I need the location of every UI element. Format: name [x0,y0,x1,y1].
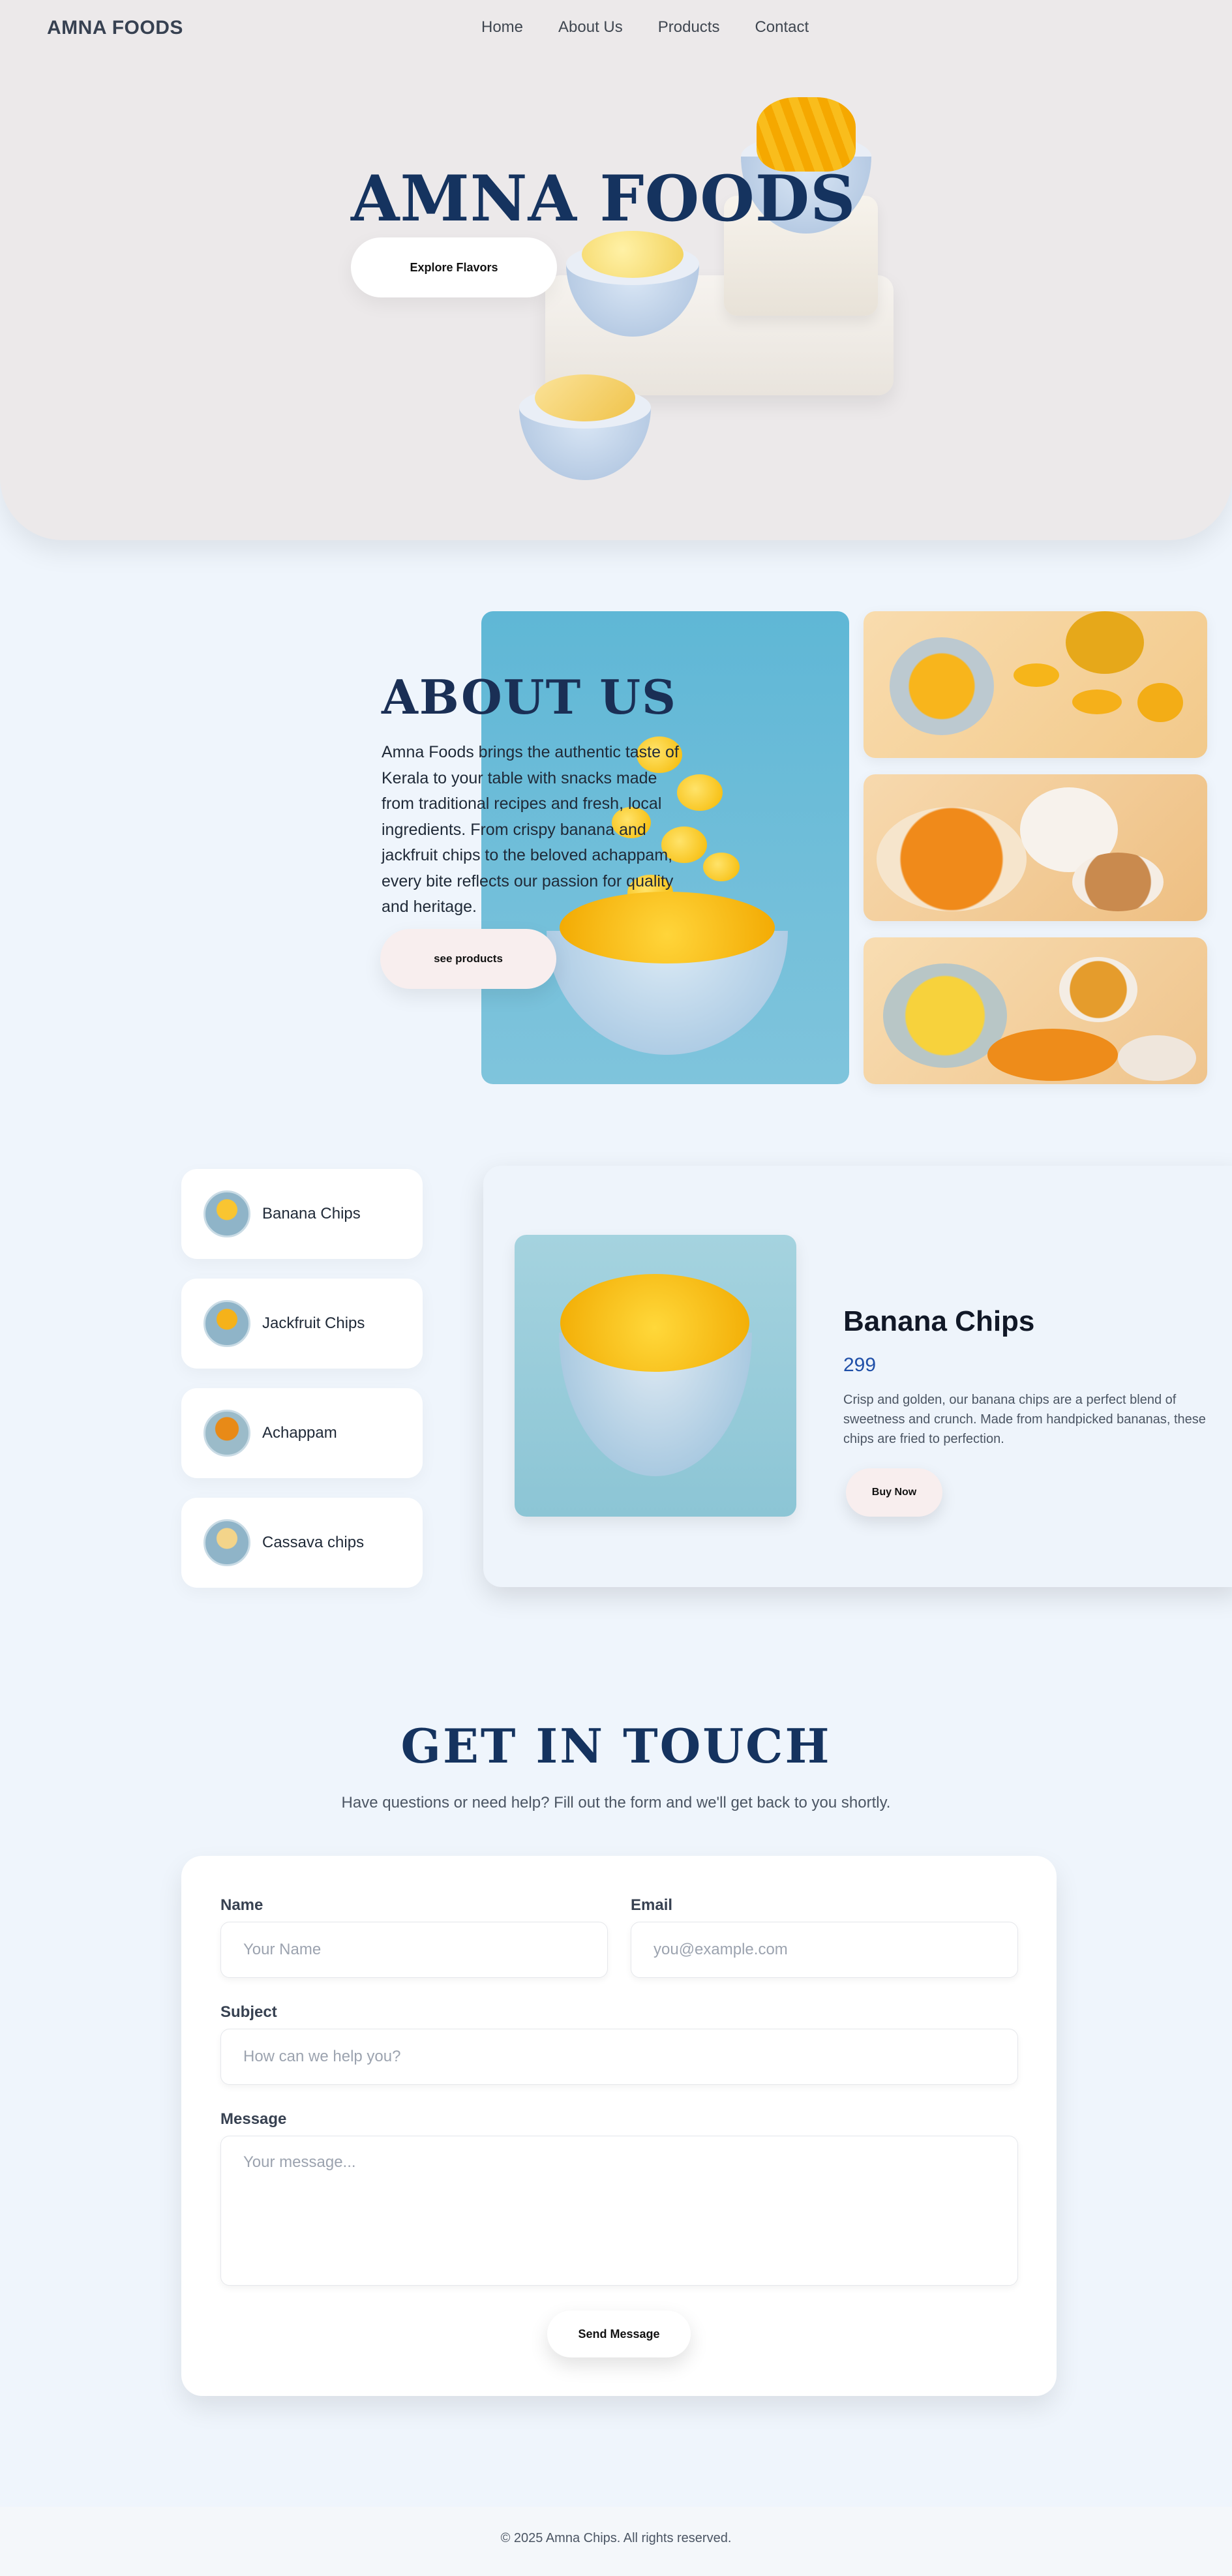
hero-section: AMNA FOODS Home About Us Products Contac… [0,0,1232,540]
brand-logo[interactable]: AMNA FOODS [47,17,183,39]
nav-about-link[interactable]: About Us [558,18,623,37]
product-detail-description: Crisp and golden, our banana chips are a… [843,1393,1206,1446]
message-label: Message [220,2110,287,2128]
nav-contact-link[interactable]: Contact [755,18,809,37]
subject-field[interactable] [220,2029,1018,2085]
product-item-banana-chips[interactable]: Banana Chips [181,1169,423,1259]
footer-copyright: © 2025 Amna Chips. All rights reserved. [500,2531,732,2545]
about-title: ABOUT US [382,669,677,725]
product-thumbnail [203,1190,250,1237]
email-field[interactable] [631,1922,1018,1978]
top-navbar: AMNA FOODS Home About Us Products Contac… [0,0,1232,59]
nav-home-link[interactable]: Home [481,18,523,37]
product-detail-image [515,1235,796,1517]
name-label: Name [220,1896,263,1914]
send-message-button[interactable]: Send Message [547,2311,691,2357]
name-field[interactable] [220,1922,608,1978]
contact-form: Name Email Subject Message Send Message [181,1856,1057,2396]
product-detail-price: 299 [843,1354,877,1376]
snacks-platter-photo [864,937,1207,1084]
explore-flavors-button[interactable]: Explore Flavors [351,237,557,297]
contact-subtitle: Have questions or need help? Fill out th… [341,1794,891,1811]
contact-title: GET IN TOUCH [400,1718,832,1774]
product-item-label: Cassava chips [262,1534,365,1551]
product-item-cassava-chips[interactable]: Cassava chips [181,1498,423,1588]
see-products-button[interactable]: see products [380,929,556,989]
flying-chip-image [703,853,740,881]
banana-chips-bowl-image [566,219,699,337]
product-detail-name: Banana Chips [843,1305,1035,1337]
about-description: Amna Foods brings the authentic taste of… [382,743,679,916]
product-detail-card: Banana Chips 299 Crisp and golden, our b… [483,1166,1232,1587]
hero-title: AMNA FOODS [351,162,856,235]
product-item-label: Achappam [262,1424,337,1442]
product-thumbnail [203,1519,250,1566]
jackfruit-chips-photo [864,611,1207,758]
footer: © 2025 Amna Chips. All rights reserved. [0,2507,1232,2576]
message-field[interactable] [220,2136,1018,2286]
achappam-tea-photo [864,774,1207,921]
buy-now-button[interactable]: Buy Now [846,1468,942,1517]
product-thumbnail [203,1300,250,1347]
product-item-label: Banana Chips [262,1205,361,1222]
product-item-jackfruit-chips[interactable]: Jackfruit Chips [181,1279,423,1369]
email-label: Email [631,1896,673,1914]
subject-label: Subject [220,2003,277,2021]
product-item-label: Jackfruit Chips [262,1314,365,1332]
cassava-chips-bowl-image [519,363,651,480]
product-thumbnail [203,1410,250,1457]
main-nav: Home About Us Products Contact [481,18,809,37]
nav-products-link[interactable]: Products [658,18,720,37]
product-item-achappam[interactable]: Achappam [181,1388,423,1478]
